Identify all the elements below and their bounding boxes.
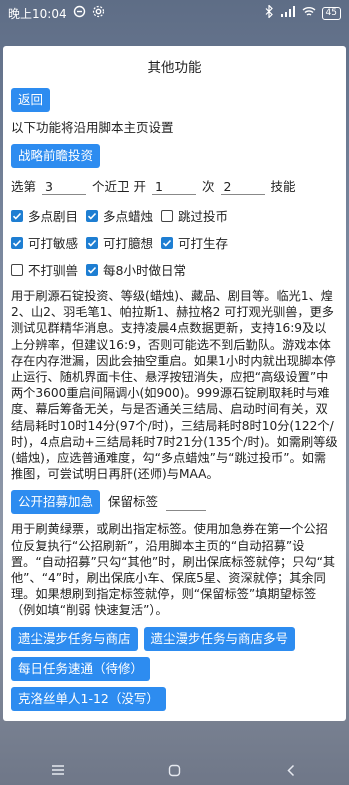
checkbox-label: 每8小时做日常	[103, 263, 186, 278]
dust-walk-task-multi-button[interactable]: 遗尘漫步任务与商店多号	[143, 626, 296, 651]
checkbox-label: 可打敏感	[28, 236, 79, 251]
checkbox-skip-coin[interactable]: 跳过投币	[161, 206, 228, 225]
checkbox-checked-icon	[11, 236, 23, 249]
checkbox-checked-icon	[86, 263, 99, 276]
keep-tags-input[interactable]	[166, 493, 207, 511]
kroos-solo-button[interactable]: 克洛丝单人1-12（没写）	[11, 686, 166, 711]
selector-label-3: 次	[202, 178, 215, 194]
back-icon[interactable]	[281, 760, 301, 780]
checkbox-label: 不打驯兽	[28, 263, 79, 278]
checkbox-row-2: 可打敏感 可打臆想 可打生存	[11, 233, 338, 252]
daily-task-button[interactable]: 每日任务速通（待修）	[11, 656, 151, 681]
checkbox-checked-icon	[86, 209, 99, 222]
skill-selector: 选第 个近卫 开 次 技能	[11, 178, 338, 195]
status-bar: 晚上10:04 45	[0, 0, 349, 26]
checkbox-label: 可打生存	[178, 236, 229, 251]
checkbox-daily-8h[interactable]: 每8小时做日常	[86, 260, 186, 279]
checkbox-sensitive[interactable]: 可打敏感	[11, 233, 78, 252]
signal-icon	[280, 6, 296, 20]
open-count-input[interactable]	[152, 178, 196, 195]
home-icon[interactable]	[164, 760, 184, 780]
dialog-title: 其他功能	[147, 60, 202, 76]
checkbox-label: 多点蜡烛	[103, 209, 154, 224]
skill-index-input[interactable]	[220, 178, 265, 195]
checkbox-unchecked-icon	[161, 209, 174, 222]
bluetooth-icon	[265, 4, 274, 21]
intro-text: 以下功能将沿用脚本主页设置	[11, 120, 174, 135]
checkbox-checked-icon	[11, 209, 23, 222]
strategy-investment-button[interactable]: 战略前瞻投资	[11, 144, 101, 168]
recruit-description: 用于刷黄绿票，或刷出指定标签。使用加急券在第一个公招位反复执行“公招刷新”，沿用…	[11, 522, 336, 618]
back-button[interactable]: 返回	[11, 88, 51, 112]
checkbox-no-beast[interactable]: 不打驯兽	[11, 260, 78, 279]
checkbox-row-3: 不打驯兽 每8小时做日常	[11, 260, 338, 279]
checkbox-row-1: 多点剧目 多点蜡烛 跳过投币	[11, 206, 338, 225]
checkbox-label: 跳过投币	[178, 209, 229, 224]
checkbox-label: 多点剧目	[28, 209, 79, 224]
checkbox-unchecked-icon	[11, 263, 23, 276]
checkbox-delusion[interactable]: 可打臆想	[86, 233, 153, 252]
keep-tags-label: 保留标签	[108, 494, 159, 510]
strategy-description: 用于刷源石锭投资、等级(蜡烛)、藏品、剧目等。临光1、煌2、山2、羽毛笔1、帕拉…	[11, 289, 338, 482]
menu-icon[interactable]	[48, 760, 68, 780]
recruit-row: 公开招募加急 保留标签	[11, 490, 338, 515]
settings-icon	[92, 5, 105, 21]
checkbox-label: 可打臆想	[103, 236, 154, 251]
checkbox-checked-icon	[86, 236, 99, 249]
other-functions-dialog: 其他功能 返回 以下功能将沿用脚本主页设置 战略前瞻投资 选第 个近卫 开 次 …	[3, 46, 346, 721]
battery-icon: 45	[321, 6, 341, 20]
checkbox-multi-drama[interactable]: 多点剧目	[11, 206, 78, 225]
vanguard-index-input[interactable]	[42, 178, 87, 195]
selector-label-1: 选第	[11, 178, 37, 194]
status-time: 晚上10:04	[8, 6, 67, 21]
wifi-icon	[302, 6, 316, 20]
checkbox-multi-candle[interactable]: 多点蜡烛	[86, 206, 153, 225]
selector-label-4: 技能	[270, 178, 296, 194]
recruit-expedite-button[interactable]: 公开招募加急	[11, 490, 101, 515]
dust-walk-task-button[interactable]: 遗尘漫步任务与商店	[11, 626, 138, 651]
status-left: 晚上10:04	[8, 5, 105, 22]
status-right: 45	[265, 4, 341, 21]
checkbox-checked-icon	[161, 236, 174, 249]
task-row-1: 遗尘漫步任务与商店 遗尘漫步任务与商店多号	[11, 626, 338, 651]
selector-label-2: 个近卫 开	[92, 178, 146, 194]
checkbox-survival[interactable]: 可打生存	[161, 233, 228, 252]
navigation-bar	[0, 755, 349, 785]
notification-icon	[73, 5, 86, 21]
